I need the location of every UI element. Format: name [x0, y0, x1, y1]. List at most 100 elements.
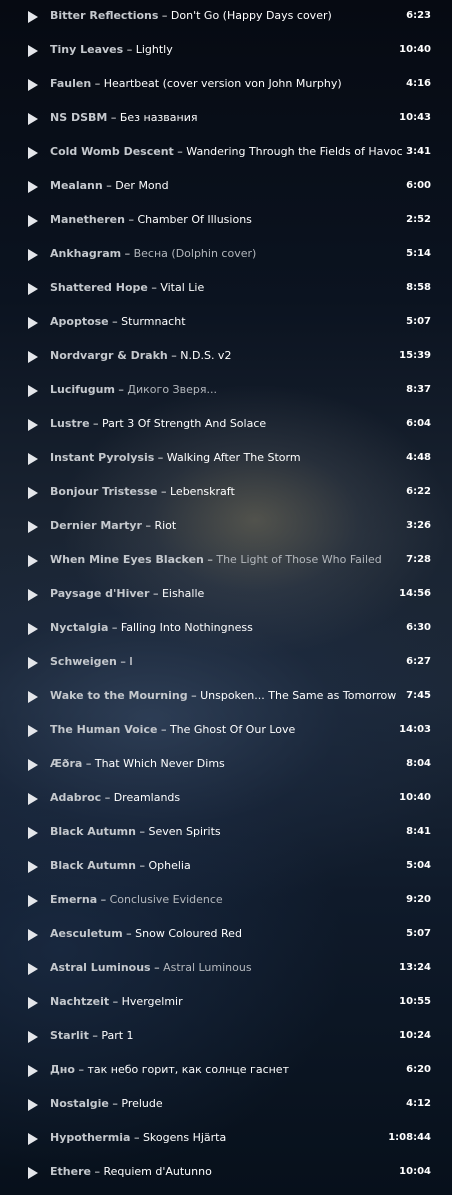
play-icon[interactable] — [28, 79, 38, 91]
track-row[interactable]: Emerna – Conclusive Evidence 9:20 — [0, 884, 452, 918]
play-icon[interactable] — [28, 1167, 38, 1179]
track-title[interactable]: так небо горит, как солнце гаснет — [87, 1063, 289, 1076]
play-icon[interactable] — [28, 895, 38, 907]
play-icon[interactable] — [28, 521, 38, 533]
track-title[interactable]: Snow Coloured Red — [135, 927, 242, 940]
track-title[interactable]: Der Mond — [115, 179, 168, 192]
track-row[interactable]: Æðra – That Which Never Dims 8:04 — [0, 748, 452, 782]
play-icon[interactable] — [28, 147, 38, 159]
track-artist[interactable]: Bitter Reflections — [50, 9, 158, 22]
track-row[interactable]: Дно – так небо горит, как солнце гаснет 6… — [0, 1054, 452, 1088]
track-artist[interactable]: Astral Luminous — [50, 961, 151, 974]
track-artist[interactable]: When Mine Eyes Blacken — [50, 553, 204, 566]
track-title[interactable]: Unspoken... The Same as Tomorrow — [200, 689, 396, 702]
play-icon[interactable] — [28, 385, 38, 397]
track-row[interactable]: When Mine Eyes Blacken – The Light of Th… — [0, 544, 452, 578]
track-row[interactable]: Lustre – Part 3 Of Strength And Solace 6:… — [0, 408, 452, 442]
track-title[interactable]: The Ghost Of Our Love — [170, 723, 295, 736]
track-artist[interactable]: Ethere — [50, 1165, 91, 1178]
track-artist[interactable]: Paysage d'Hiver — [50, 587, 149, 600]
play-icon[interactable] — [28, 283, 38, 295]
play-icon[interactable] — [28, 1031, 38, 1043]
play-icon[interactable] — [28, 725, 38, 737]
track-artist[interactable]: Dernier Martyr — [50, 519, 142, 532]
track-title[interactable]: Falling Into Nothingness — [121, 621, 253, 634]
play-icon[interactable] — [28, 351, 38, 363]
play-icon[interactable] — [28, 249, 38, 261]
track-artist[interactable]: Adabroc — [50, 791, 101, 804]
track-title[interactable]: Astral Luminous — [163, 961, 251, 974]
track-artist[interactable]: Black Autumn — [50, 825, 136, 838]
track-row[interactable]: Wake to the Mourning – Unspoken... The S… — [0, 680, 452, 714]
track-row[interactable]: Black Autumn – Seven Spirits 8:41 — [0, 816, 452, 850]
track-artist[interactable]: Cold Womb Descent — [50, 145, 174, 158]
track-title[interactable]: Conclusive Evidence — [110, 893, 223, 906]
track-artist[interactable]: Aesculetum — [50, 927, 123, 940]
track-title[interactable]: Lightly — [136, 43, 173, 56]
track-row[interactable]: Ankhagram – Весна (Dolphin cover) 5:14 — [0, 238, 452, 272]
play-icon[interactable] — [28, 1133, 38, 1145]
track-artist[interactable]: Shattered Hope — [50, 281, 148, 294]
track-row[interactable]: Bitter Reflections – Don't Go (Happy Day… — [0, 0, 452, 34]
track-row[interactable]: Aesculetum – Snow Coloured Red 5:07 — [0, 918, 452, 952]
track-title[interactable]: Part 3 Of Strength And Solace — [102, 417, 266, 430]
track-row[interactable]: Cold Womb Descent – Wandering Through th… — [0, 136, 452, 170]
track-row[interactable]: Nordvargr & Drakh – N.D.S. v2 15:39 — [0, 340, 452, 374]
track-title[interactable]: Walking After The Storm — [167, 451, 301, 464]
play-icon[interactable] — [28, 623, 38, 635]
track-title[interactable]: Skogens Hjärta — [143, 1131, 226, 1144]
track-artist[interactable]: Schweigen — [50, 655, 117, 668]
track-row[interactable]: NS DSBM – Без названия 10:43 — [0, 102, 452, 136]
play-icon[interactable] — [28, 453, 38, 465]
play-icon[interactable] — [28, 317, 38, 329]
track-title[interactable]: Requiem d'Autunno — [103, 1165, 211, 1178]
track-title[interactable]: Vital Lie — [160, 281, 204, 294]
track-artist[interactable]: Ankhagram — [50, 247, 121, 260]
track-artist[interactable]: The Human Voice — [50, 723, 157, 736]
play-icon[interactable] — [28, 759, 38, 771]
play-icon[interactable] — [28, 1065, 38, 1077]
track-row[interactable]: Black Autumn – Ophelia 5:04 — [0, 850, 452, 884]
track-row[interactable]: Ethere – Requiem d'Autunno 10:04 — [0, 1156, 452, 1190]
track-row[interactable]: Shattered Hope – Vital Lie 8:58 — [0, 272, 452, 306]
track-artist[interactable]: Black Autumn — [50, 859, 136, 872]
track-title[interactable]: Без названия — [120, 111, 198, 124]
track-title[interactable]: Ophelia — [148, 859, 190, 872]
play-icon[interactable] — [28, 1099, 38, 1111]
play-icon[interactable] — [28, 113, 38, 125]
track-artist[interactable]: Lustre — [50, 417, 90, 430]
track-title[interactable]: Seven Spirits — [148, 825, 220, 838]
track-row[interactable]: Nostalgie – Prelude 4:12 — [0, 1088, 452, 1122]
track-title[interactable]: Eishalle — [162, 587, 204, 600]
track-row[interactable]: Dernier Martyr – Riot 3:26 — [0, 510, 452, 544]
track-row[interactable]: Astral Luminous – Astral Luminous 13:24 — [0, 952, 452, 986]
track-row[interactable]: Bonjour Tristesse – Lebenskraft 6:22 — [0, 476, 452, 510]
play-icon[interactable] — [28, 419, 38, 431]
play-icon[interactable] — [28, 657, 38, 669]
track-title[interactable]: Don't Go (Happy Days cover) — [171, 9, 332, 22]
track-artist[interactable]: Wake to the Mourning — [50, 689, 188, 702]
track-artist[interactable]: Bonjour Tristesse — [50, 485, 158, 498]
track-title[interactable]: Lebenskraft — [170, 485, 235, 498]
track-title[interactable]: That Which Never Dims — [95, 757, 225, 770]
track-row[interactable]: Adabroc – Dreamlands 10:40 — [0, 782, 452, 816]
track-artist[interactable]: NS DSBM — [50, 111, 107, 124]
track-title[interactable]: N.D.S. v2 — [180, 349, 231, 362]
play-icon[interactable] — [28, 215, 38, 227]
track-title[interactable]: Chamber Of Illusions — [137, 213, 251, 226]
track-row[interactable]: Manetheren – Chamber Of Illusions 2:52 — [0, 204, 452, 238]
track-row[interactable]: Starlit – Part 1 10:24 — [0, 1020, 452, 1054]
track-row[interactable]: Mealann – Der Mond 6:00 — [0, 170, 452, 204]
track-artist[interactable]: Æðra — [50, 757, 82, 770]
track-artist[interactable]: Starlit — [50, 1029, 89, 1042]
track-row[interactable]: Schweigen – I 6:27 — [0, 646, 452, 680]
track-title[interactable]: Wandering Through the Fields of Havoc — [186, 145, 402, 158]
track-row[interactable]: Instant Pyrolysis – Walking After The St… — [0, 442, 452, 476]
track-row[interactable]: Hypothermia – Skogens Hjärta 1:08:44 — [0, 1122, 452, 1156]
track-title[interactable]: Prelude — [121, 1097, 162, 1110]
track-artist[interactable]: Дно — [50, 1063, 75, 1076]
track-title[interactable]: Sturmnacht — [121, 315, 185, 328]
track-artist[interactable]: Tiny Leaves — [50, 43, 123, 56]
track-artist[interactable]: Apoptose — [50, 315, 109, 328]
play-icon[interactable] — [28, 181, 38, 193]
